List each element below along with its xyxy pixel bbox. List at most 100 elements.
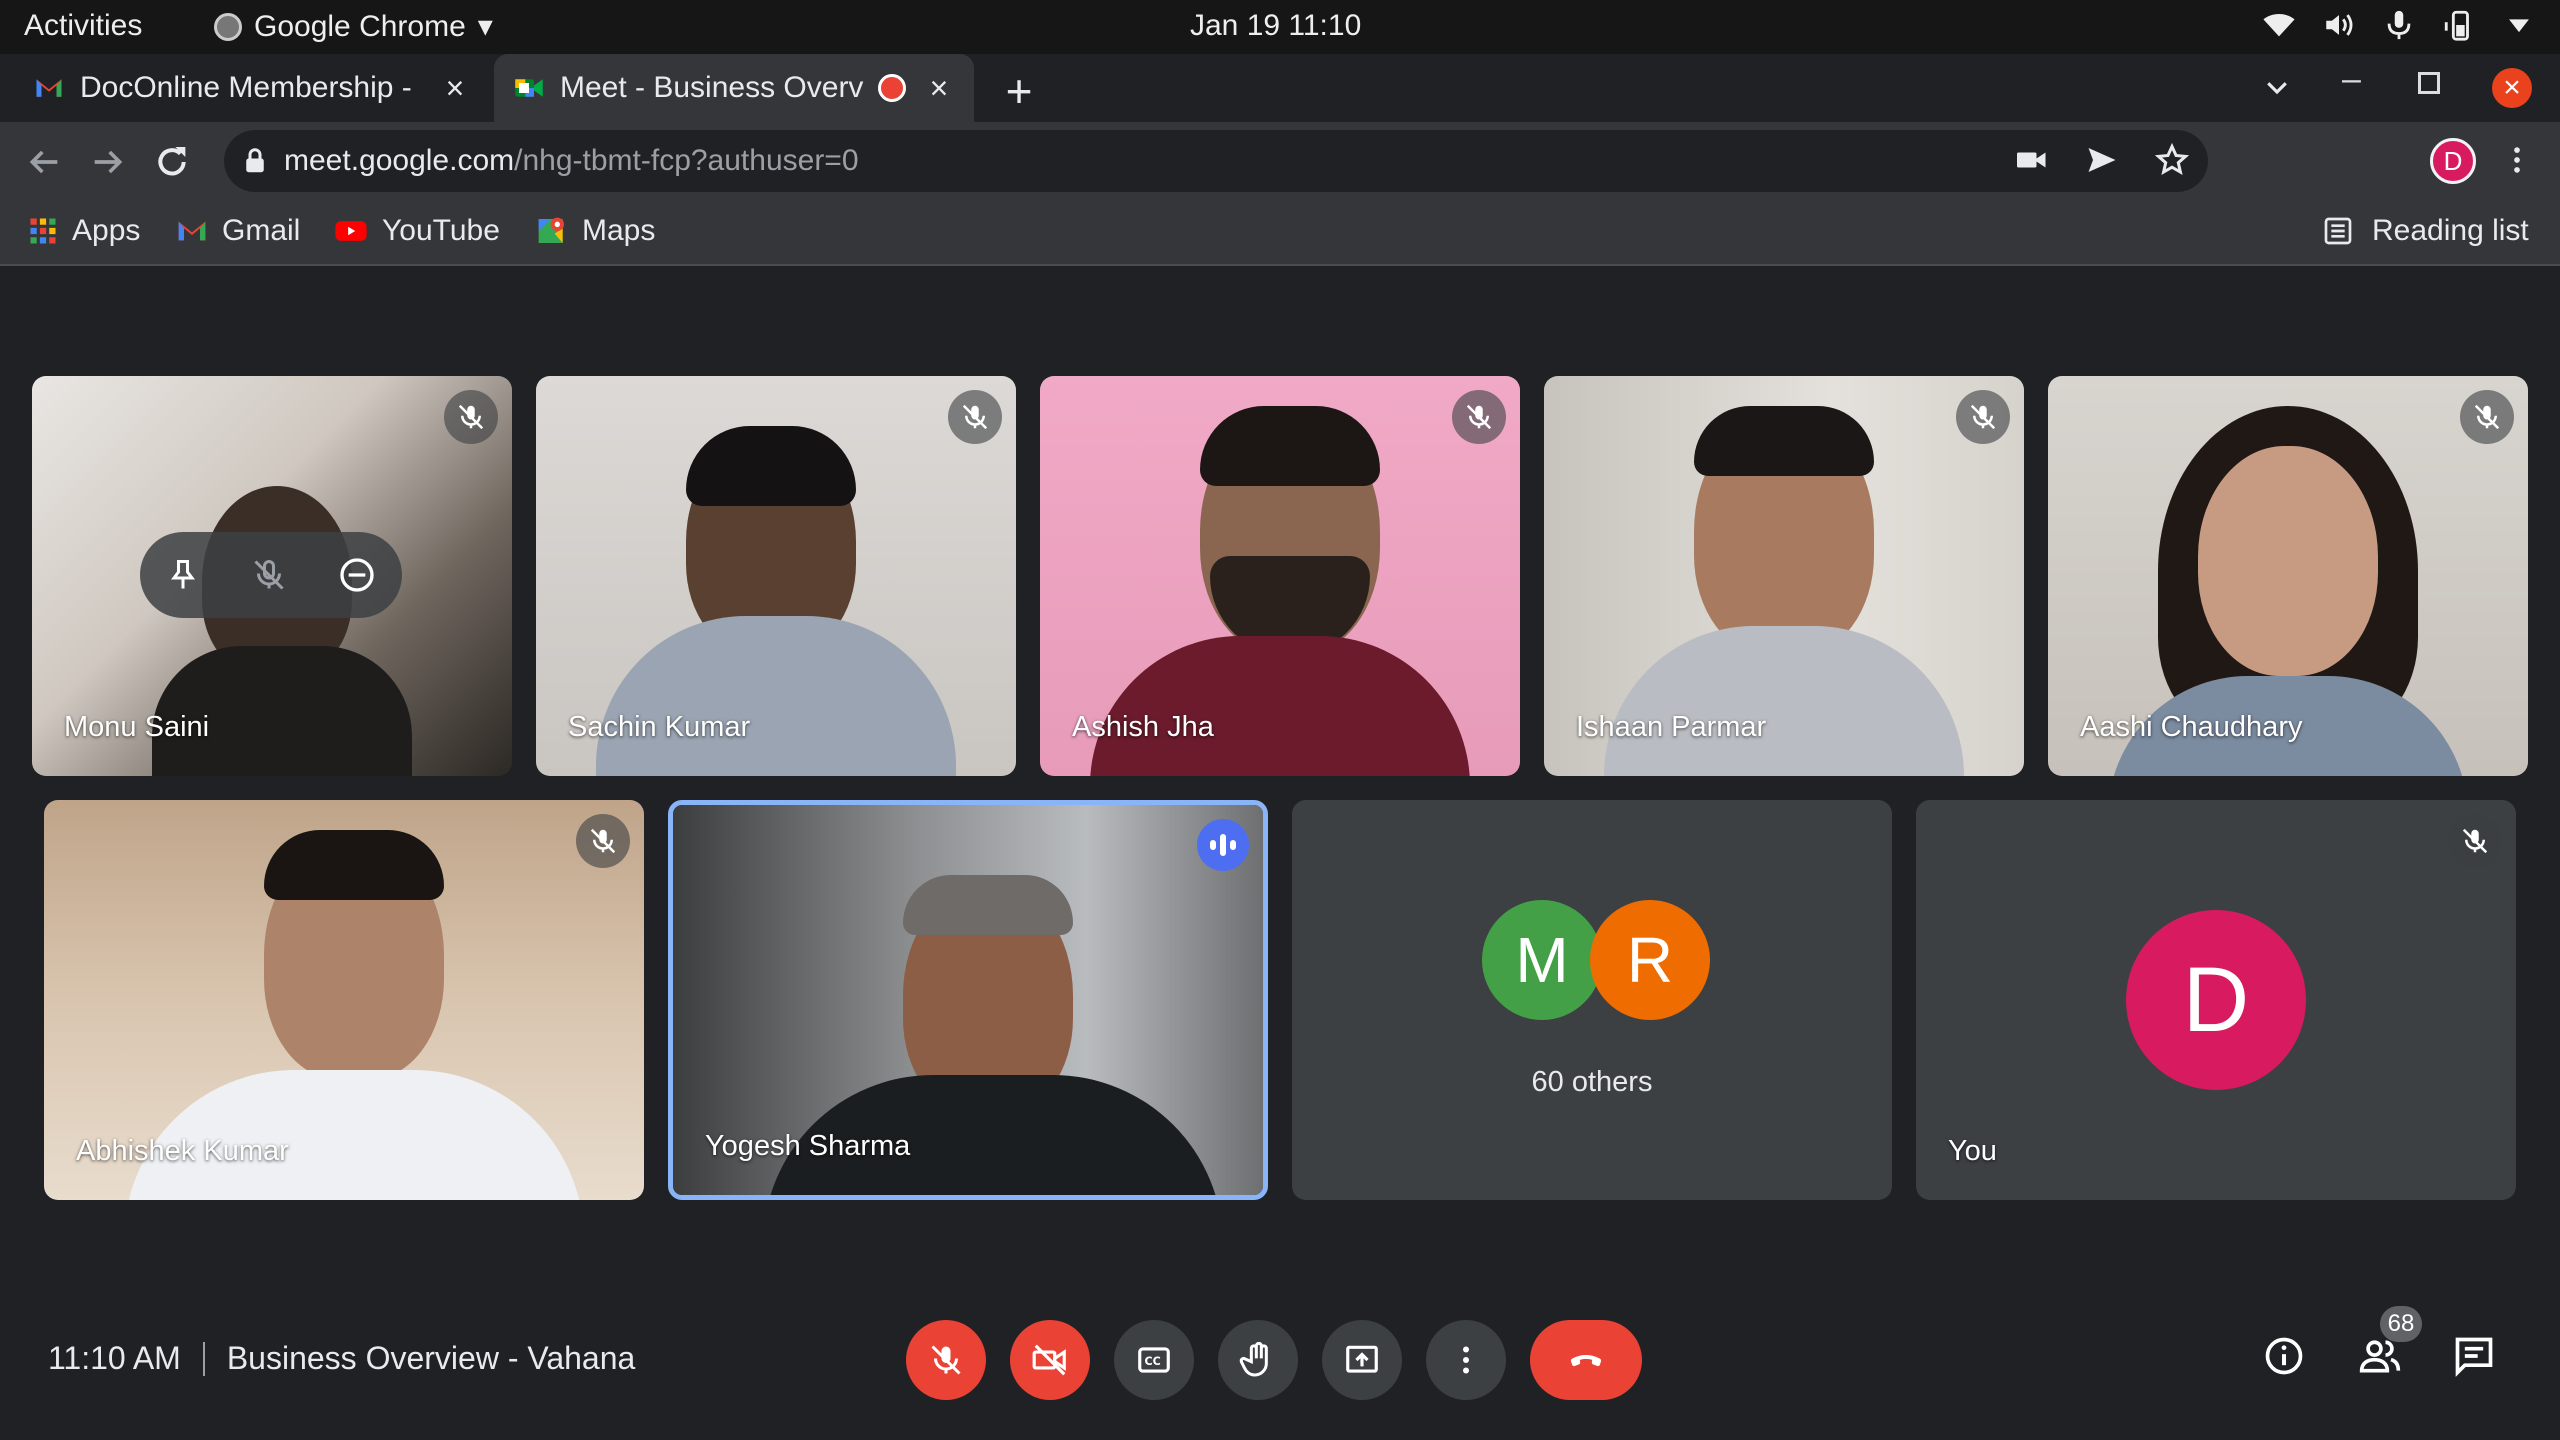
participant-name: Abhishek Kumar (76, 1135, 289, 1167)
pin-icon[interactable] (165, 557, 201, 593)
self-label: You (1948, 1135, 1997, 1167)
raise-hand-button[interactable] (1218, 1320, 1298, 1400)
chrome-app-icon (214, 12, 242, 41)
activities-button[interactable]: Activities (24, 9, 142, 43)
battery-icon (2444, 10, 2469, 41)
muted-mic-icon (2448, 814, 2502, 868)
participant-tile[interactable]: Monu Saini (32, 376, 512, 776)
camera-off-icon (1032, 1344, 1066, 1376)
bookmark-maps[interactable]: Maps (536, 214, 655, 248)
participant-name: Yogesh Sharma (705, 1130, 911, 1162)
muted-mic-icon (948, 390, 1002, 444)
profile-avatar[interactable]: D (2430, 138, 2476, 184)
others-tile[interactable]: M R 60 others (1292, 800, 1892, 1200)
participant-name: Aashi Chaudhary (2080, 711, 2303, 743)
bookmark-apps[interactable]: Apps (28, 214, 140, 248)
mic-toggle-button[interactable] (906, 1320, 986, 1400)
tab-search-chevron-icon[interactable] (2262, 72, 2292, 102)
bookmark-label: YouTube (382, 214, 500, 247)
microphone-icon (2387, 10, 2411, 40)
window-minimize-button[interactable]: – (2342, 60, 2361, 99)
tab-meet[interactable]: Meet - Business Overv × (494, 54, 974, 122)
divider (202, 1341, 205, 1376)
bookmarks-bar: Apps Gmail YouTube Maps Reading list (0, 200, 2560, 266)
system-clock[interactable]: Jan 19 11:10 (1190, 9, 1361, 43)
url-domain: meet.google.com (284, 144, 515, 177)
bookmark-youtube[interactable]: YouTube (334, 214, 500, 248)
wifi-icon (2263, 14, 2295, 37)
new-tab-button[interactable]: + (996, 64, 1042, 118)
more-vert-icon (1463, 1346, 1469, 1374)
back-arrow-icon[interactable] (24, 142, 64, 182)
reading-list-icon (2324, 217, 2352, 245)
more-options-button[interactable] (1426, 1320, 1506, 1400)
maps-icon (538, 217, 564, 243)
others-count: 60 others (1531, 1066, 1653, 1098)
tab-title: Meet - Business Overv (560, 71, 864, 104)
chat-icon[interactable] (2452, 1334, 2496, 1378)
meet-favicon-icon (515, 79, 543, 97)
tab-doconline[interactable]: DocOnline Membership - × (14, 54, 490, 122)
mic-off-icon (931, 1345, 961, 1375)
chrome-menu-icon[interactable] (2500, 140, 2534, 180)
self-tile[interactable]: D You (1916, 800, 2516, 1200)
forward-arrow-icon[interactable] (88, 142, 128, 182)
muted-mic-icon (576, 814, 630, 868)
address-bar[interactable]: meet.google.com/nhg-tbmt-fcp?authuser=0 (224, 130, 2208, 192)
meeting-details-info-icon[interactable] (2262, 1334, 2306, 1378)
system-tray[interactable] (2262, 8, 2536, 42)
participant-tile[interactable]: Sachin Kumar (536, 376, 1016, 776)
mute-participant-icon[interactable] (251, 557, 287, 593)
send-icon[interactable] (2084, 142, 2120, 178)
tile-hover-controls (140, 532, 402, 618)
reading-list-label: Reading list (2372, 214, 2529, 247)
participant-tile[interactable]: Ashish Jha (1040, 376, 1520, 776)
bookmark-label: Gmail (222, 214, 301, 247)
app-menu[interactable]: Google Chrome ▾ (214, 9, 493, 44)
bookmark-star-icon[interactable] (2154, 142, 2190, 178)
window-close-button[interactable]: × (2492, 68, 2532, 108)
tab-title: DocOnline Membership - (80, 71, 412, 104)
tab-close-icon[interactable]: × (440, 70, 470, 107)
meeting-info: 11:10 AM Business Overview - Vahana (48, 1340, 635, 1377)
participant-name: Ishaan Parmar (1576, 711, 1767, 743)
participant-name: Ashish Jha (1072, 711, 1214, 743)
present-screen-icon (1346, 1345, 1378, 1373)
leave-call-button[interactable] (1530, 1320, 1642, 1400)
captions-button[interactable]: CC (1114, 1320, 1194, 1400)
others-avatar: M (1482, 900, 1602, 1020)
browser-toolbar: meet.google.com/nhg-tbmt-fcp?authuser=0 … (0, 122, 2560, 200)
app-menu-label: Google Chrome (254, 9, 466, 43)
gmail-favicon-icon (36, 79, 62, 97)
participant-tile-active-speaker[interactable]: Yogesh Sharma (668, 800, 1268, 1200)
muted-mic-icon (2460, 390, 2514, 444)
lock-icon[interactable] (240, 146, 270, 176)
camera-toggle-button[interactable] (1010, 1320, 1090, 1400)
participant-tile[interactable]: Ishaan Parmar (1544, 376, 2024, 776)
tab-close-icon[interactable]: × (924, 70, 954, 107)
others-avatar: R (1590, 900, 1710, 1020)
present-screen-button[interactable] (1322, 1320, 1402, 1400)
remove-participant-icon[interactable] (337, 555, 377, 595)
bookmark-label: Maps (582, 214, 656, 247)
bookmark-gmail[interactable]: Gmail (176, 214, 300, 248)
closed-captions-icon: CC (1138, 1347, 1170, 1373)
gmail-icon (178, 221, 206, 241)
muted-mic-icon (1452, 390, 1506, 444)
system-menu-caret-icon (2509, 19, 2529, 33)
camera-in-use-icon[interactable] (2014, 142, 2050, 178)
participant-count-badge: 68 (2380, 1306, 2422, 1342)
recording-indicator-icon (878, 74, 906, 102)
window-restore-button[interactable] (2418, 72, 2440, 94)
bookmark-label: Apps (72, 214, 141, 247)
url-path: /nhg-tbmt-fcp?authuser=0 (514, 144, 859, 177)
system-top-bar: Activities Google Chrome ▾ Jan 19 11:10 (0, 0, 2560, 54)
reload-icon[interactable] (152, 142, 192, 182)
participant-tile[interactable]: Abhishek Kumar (44, 800, 644, 1200)
url-text: meet.google.com/nhg-tbmt-fcp?authuser=0 (284, 130, 859, 192)
reading-list-button[interactable]: Reading list (2322, 214, 2529, 248)
participant-tile[interactable]: Aashi Chaudhary (2048, 376, 2528, 776)
caret-down-icon: ▾ (477, 10, 493, 43)
muted-mic-icon (444, 390, 498, 444)
meeting-time: 11:10 AM (48, 1340, 181, 1376)
